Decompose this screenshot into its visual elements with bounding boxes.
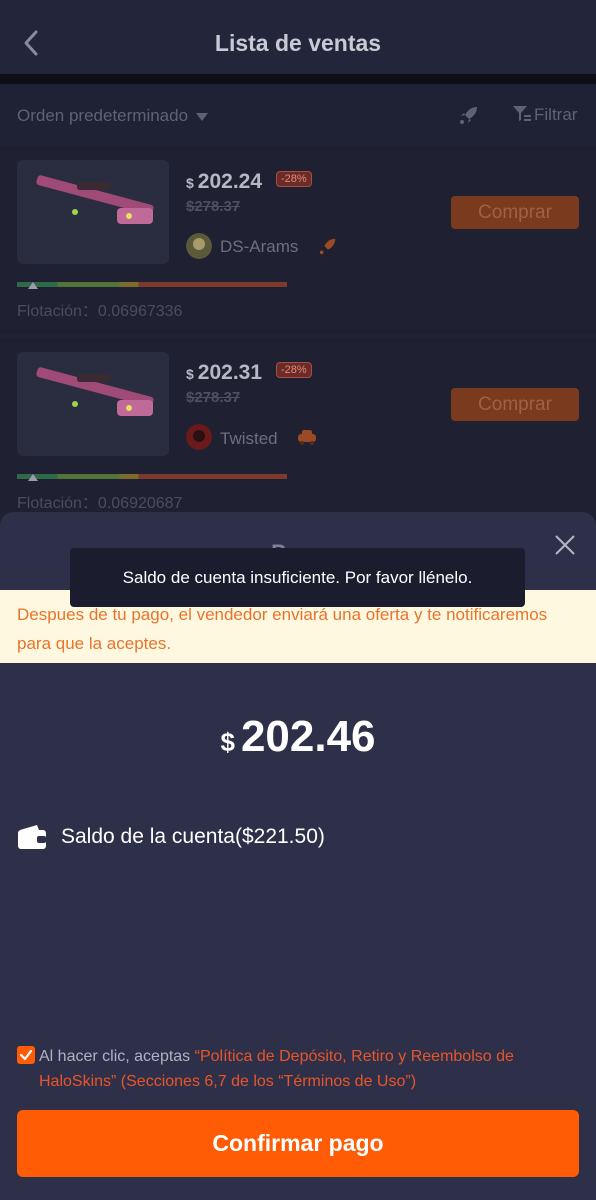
original-price: $278.37 bbox=[186, 389, 241, 406]
item-thumbnail[interactable] bbox=[17, 160, 169, 264]
seller-avatar bbox=[186, 424, 212, 450]
page: Lista de ventas Orden predeterminado Fil… bbox=[0, 0, 596, 1200]
seller-name: Twisted bbox=[220, 429, 278, 448]
float-bar bbox=[17, 282, 287, 287]
terms-text: Al hacer clic, aceptas “Política de Depó… bbox=[39, 1044, 584, 1094]
discount-badge: -28% bbox=[276, 171, 312, 187]
filter-button[interactable]: Filtrar bbox=[512, 105, 577, 125]
discount-badge: -28% bbox=[276, 362, 312, 378]
filter-icon bbox=[513, 106, 531, 121]
car-icon bbox=[298, 430, 316, 445]
float-marker bbox=[28, 282, 38, 289]
error-toast: Saldo de cuenta insuficiente. Por favor … bbox=[70, 548, 525, 607]
seller-name: DS-Arams bbox=[220, 237, 299, 256]
account-balance[interactable]: Saldo de la cuenta($221.50) bbox=[61, 825, 325, 849]
amount-value: 202.46 bbox=[240, 712, 376, 761]
item-price: $202.31 bbox=[186, 361, 263, 384]
buy-button[interactable]: Comprar bbox=[451, 388, 579, 421]
rocket-icon[interactable] bbox=[458, 104, 480, 126]
float-bar bbox=[17, 474, 287, 479]
wallet-icon bbox=[18, 825, 46, 849]
terms-prefix: Al hacer clic, aceptas bbox=[39, 1048, 195, 1065]
notice-text: Despues de tu pago, el vendedor enviará … bbox=[17, 605, 548, 653]
currency-symbol: $ bbox=[220, 727, 235, 757]
float-value: Flotación：0.06967336 bbox=[17, 303, 183, 320]
float-marker bbox=[28, 474, 38, 481]
rifle-image bbox=[36, 367, 154, 416]
seller-avatar bbox=[186, 233, 212, 259]
sort-dropdown[interactable]: Orden predeterminado bbox=[17, 106, 209, 126]
item-thumbnail[interactable] bbox=[17, 352, 169, 456]
terms-checkbox[interactable] bbox=[17, 1046, 35, 1064]
buy-button[interactable]: Comprar bbox=[451, 196, 579, 229]
page-title: Lista de ventas bbox=[214, 30, 382, 56]
rocket-icon bbox=[319, 238, 336, 255]
sort-label: Orden predeterminado bbox=[17, 106, 189, 125]
original-price: $278.37 bbox=[186, 198, 241, 215]
close-icon[interactable] bbox=[554, 534, 576, 556]
caret-down-icon bbox=[196, 112, 209, 121]
sort-bar: Orden predeterminado bbox=[0, 84, 596, 144]
rifle-image bbox=[36, 175, 154, 224]
header: Lista de ventas bbox=[0, 0, 596, 76]
confirm-payment-button[interactable]: Confirmar pago bbox=[17, 1110, 579, 1177]
header-divider bbox=[0, 74, 596, 84]
float-value: Flotación：0.06920687 bbox=[17, 495, 183, 512]
filter-label: Filtrar bbox=[534, 105, 578, 124]
item-price: $202.24 bbox=[186, 170, 263, 193]
payment-amount: $202.46 bbox=[0, 712, 596, 762]
